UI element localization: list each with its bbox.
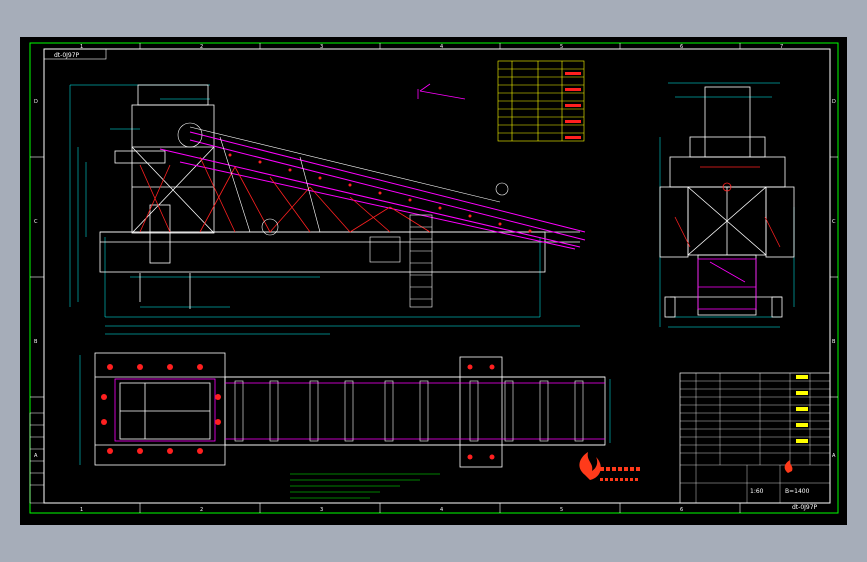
row-label-b-right: B (832, 339, 836, 345)
row-label-d-right: D (832, 99, 836, 105)
svg-text:dt-0J97P: dt-0J97P (792, 504, 818, 511)
svg-text:1:60: 1:60 (750, 488, 764, 495)
plan-crossbeams (234, 380, 584, 442)
col-label-5-bottom: 5 (560, 507, 563, 513)
col-label-7: 7 (780, 44, 783, 50)
front-dimensions (69, 84, 580, 335)
row-label-c: C (34, 219, 38, 225)
drawing-canvas: 1 2 3 4 5 6 7 D C B A 1 2 3 4 5 6 D C B … (29, 42, 839, 514)
row-label-d: D (34, 99, 38, 105)
col-label-4-bottom: 4 (440, 507, 443, 513)
truss-members (139, 156, 431, 233)
col-label-2: 2 (200, 44, 203, 50)
col-label-6-bottom: 6 (680, 507, 683, 513)
title-block: 1:60 B=1400 dt-0J97P (679, 372, 831, 511)
parts-table-highlights (565, 72, 581, 139)
svg-text:dt-0J97P: dt-0J97P (54, 52, 80, 59)
row-label-b: B (34, 339, 38, 345)
col-label-2-bottom: 2 (200, 507, 203, 513)
row-label-c-right: C (832, 219, 836, 225)
front-elevation-view (69, 84, 586, 335)
company-logo (579, 452, 640, 481)
col-label-5: 5 (560, 44, 563, 50)
row-label-a: A (34, 453, 38, 459)
inner-frame (43, 48, 831, 504)
side-elevation-view (659, 82, 795, 328)
drawing-border (29, 42, 839, 514)
technical-notes (290, 473, 440, 499)
row-label-a-right: A (832, 453, 836, 459)
svg-text:B=1400: B=1400 (785, 488, 810, 495)
idler-marks (228, 153, 532, 233)
col-label-3: 3 (320, 44, 323, 50)
title-logo-icon (784, 460, 793, 473)
col-label-1-bottom: 1 (80, 507, 83, 513)
plan-view (79, 352, 611, 468)
drawing-code-box: dt-0J97P (43, 48, 107, 60)
cad-viewport[interactable]: 1 2 3 4 5 6 7 D C B A 1 2 3 4 5 6 D C B … (20, 37, 847, 525)
border-column-ticks (30, 43, 838, 513)
slope-indicator (417, 83, 466, 100)
col-label-3-bottom: 3 (320, 507, 323, 513)
border-labels: 1 2 3 4 5 6 7 D C B A 1 2 3 4 5 6 D C B … (34, 44, 836, 513)
col-label-4: 4 (440, 44, 443, 50)
col-label-6: 6 (680, 44, 683, 50)
